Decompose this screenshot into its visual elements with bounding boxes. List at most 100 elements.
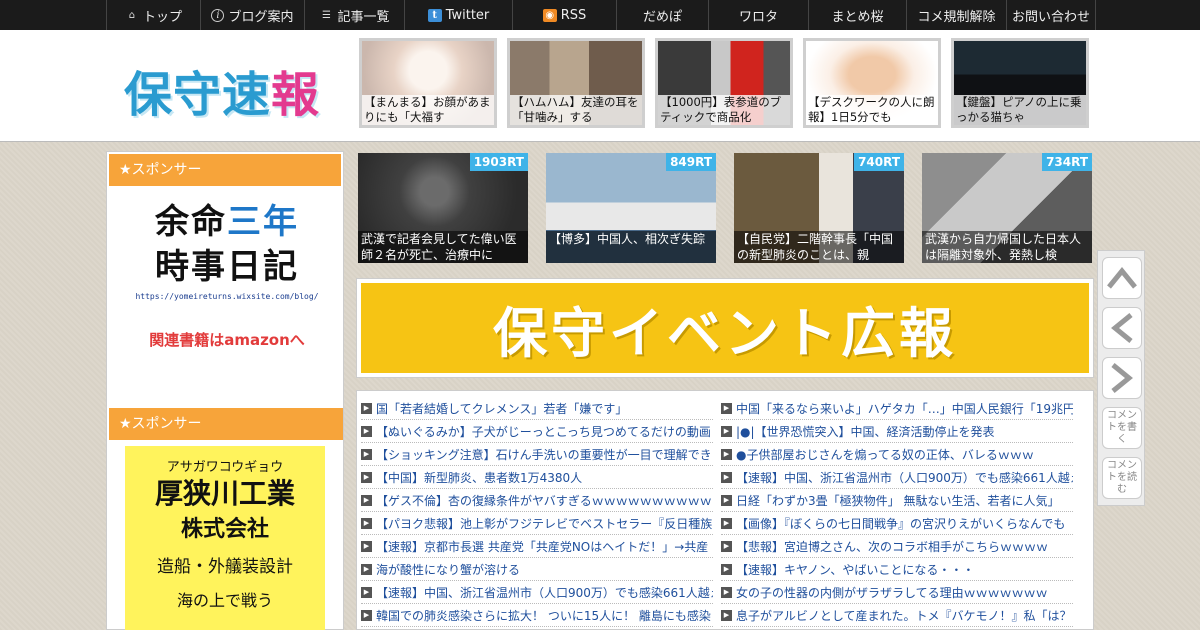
list-item[interactable]: ▶ 【速報】中国、浙江省温州市（人口900万）でも感染661人越え xyxy=(721,466,1073,489)
arrow-right-icon: ▶ xyxy=(361,471,372,483)
banner-title-line1: 余命三年 xyxy=(127,200,327,244)
list-item-title: 【速報】中国、浙江省温州市（人口900万）でも感染661人越え xyxy=(376,585,713,600)
nav-blog-guide[interactable]: i ブログ案内 xyxy=(200,0,304,30)
list-item[interactable]: ▶ 【画像】『ぼくらの七日間戦争』の宮沢りえがいくらなんでも xyxy=(721,512,1073,535)
list-item[interactable]: ▶ 息子がアルビノとして産まれた。トメ『バケモノ！』私「は？ xyxy=(721,604,1073,627)
header-thumbnails: 【まんまる】お顔があまりにも「大福す 【ハムハム】友達の耳を「甘噛み」する 【1… xyxy=(359,38,1089,128)
site-logo[interactable]: 保守速報 xyxy=(124,55,320,125)
nav-comment-unblock[interactable]: コメ規制解除 xyxy=(906,0,1006,30)
list-item-title: 【中国】新型肺炎、患者数1万4380人 xyxy=(376,470,583,485)
header-thumb-5[interactable]: 【鍵盤】ピアノの上に乗っかる猫ちゃ xyxy=(951,38,1089,128)
arrow-right-icon: ▶ xyxy=(361,402,372,414)
previous-button[interactable] xyxy=(1102,307,1142,349)
nav-rss[interactable]: ◉ RSS xyxy=(512,0,616,30)
nav-label: ブログ案内 xyxy=(228,9,294,25)
list-item[interactable]: ▶ 【パヨク悲報】池上彰がフジテレビでベストセラー『反日種族 xyxy=(361,512,713,535)
nav-warota[interactable]: ワロタ xyxy=(708,0,808,30)
rt-item-1[interactable]: 1903RT 武漢で記者会見してた偉い医師２名が死亡、治療中に xyxy=(358,153,528,263)
list-item[interactable]: ▶ 【速報】中国、浙江省温州市（人口900万）でも感染661人越え xyxy=(361,581,713,604)
list-item-title: 息子がアルビノとして産まれた。トメ『バケモノ！』私「は？ xyxy=(736,608,1072,623)
top-navigation: ⌂ トップ i ブログ案内 ☰ 記事一覧 t Twitter ◉ RSS だめぽ ワロタ … xyxy=(0,0,1200,30)
list-item[interactable]: ▶ 日経「わずか3畳「極狭物件」 無駄ない生活、若者に人気」 xyxy=(721,489,1073,512)
list-item-title: 国「若者結婚してクレメンス」若者「嫌です」 xyxy=(376,401,628,416)
side-controls: コメントを書く コメントを読む xyxy=(1097,250,1145,506)
header-thumb-1[interactable]: 【まんまる】お顔があまりにも「大福す xyxy=(359,38,497,128)
list-item[interactable]: ▶ 中国「来るなら来いよ」ハゲタカ「…」中国人民銀行「19兆円 xyxy=(721,397,1073,420)
company-tagline: 海の上で戦う xyxy=(176,591,273,610)
header-thumb-2[interactable]: 【ハムハム】友達の耳を「甘噛み」する xyxy=(507,38,645,128)
list-item[interactable]: ▶ 【ゲス不倫】杏の復縁条件がヤバすぎるｗｗｗｗｗｗｗｗｗｗ xyxy=(361,489,713,512)
thumb-caption: 【デスクワークの人に朗報】1日5分でも xyxy=(806,95,938,125)
list-item[interactable]: ▶ 韓国での肺炎感染さらに拡大！ ついに15人に！ 離島にも感染 xyxy=(361,604,713,627)
amazon-link[interactable]: 関連書籍はamazonへ xyxy=(127,329,327,350)
event-banner[interactable]: 保守イベント広報 xyxy=(356,278,1094,378)
arrow-right-icon: ▶ xyxy=(361,586,372,598)
rt-caption: 【博多】中国人、相次ぎ失踪 xyxy=(546,231,716,263)
nav-matome-sakura[interactable]: まとめ桜 xyxy=(808,0,906,30)
chevron-left-icon xyxy=(1111,313,1133,343)
list-item[interactable]: ▶ 女の子の性器の内側がザラザラしてる理由ｗｗｗｗｗｗｗ xyxy=(721,581,1073,604)
list-item-title: 【悲報】宮迫博之さん、次のコラボ相手がこちらｗｗｗｗ xyxy=(736,539,1049,554)
list-icon: ☰ xyxy=(322,9,331,21)
company-desc: 造船・外艤装設計 xyxy=(157,557,293,577)
site-header: 保守速報 【まんまる】お顔があまりにも「大福す 【ハムハム】友達の耳を「甘噛み」… xyxy=(0,30,1200,142)
list-item[interactable]: ▶ ●子供部屋おじさんを煽ってる奴の正体、バレるｗｗｗ xyxy=(721,443,1073,466)
list-item[interactable]: ▶ 【速報】京都市長選 共産党「共産党NOはヘイトだ！」→共産 xyxy=(361,535,713,558)
sponsor-banner-yomei[interactable]: 余命三年 時事日記 https://yomeireturns.wixsite.c… xyxy=(127,200,327,380)
banner-text: 余命 xyxy=(155,202,227,242)
nav-contact[interactable]: お問い合わせ xyxy=(1006,0,1096,30)
rt-item-4[interactable]: 734RT 武漢から自力帰国した日本人は隔離対象外、発熱し検 xyxy=(922,153,1092,263)
nav-top[interactable]: ⌂ トップ xyxy=(106,0,200,30)
arrow-right-icon: ▶ xyxy=(721,471,732,483)
arrow-right-icon: ▶ xyxy=(361,494,372,506)
nav-label: 記事一覧 xyxy=(337,9,390,25)
thumb-caption: 【ハムハム】友達の耳を「甘噛み」する xyxy=(510,95,642,125)
list-item[interactable]: ▶ |●|【世界恐慌突入】中国、経済活動停止を発表 xyxy=(721,420,1073,443)
list-item-title: 【速報】京都市長選 共産党「共産党NOはヘイトだ！」→共産 xyxy=(376,539,709,554)
nav-article-list[interactable]: ☰ 記事一覧 xyxy=(304,0,404,30)
next-button[interactable] xyxy=(1102,357,1142,399)
rt-caption: 武漢から自力帰国した日本人は隔離対象外、発熱し検 xyxy=(922,231,1092,263)
list-item-title: 【ぬいぐるみか】子犬がじーっとこっち見つめてるだけの動画 xyxy=(376,424,711,439)
list-item[interactable]: ▶ 【ショッキング注意】石けん手洗いの重要性が一目で理解でき xyxy=(361,443,713,466)
arrow-right-icon: ▶ xyxy=(721,494,732,506)
rt-item-2[interactable]: 849RT 【博多】中国人、相次ぎ失踪 xyxy=(546,153,716,263)
rt-count-badge: 849RT xyxy=(666,153,716,171)
rt-caption: 武漢で記者会見してた偉い医師２名が死亡、治療中に xyxy=(358,231,528,263)
sponsor-banner-asagawa[interactable]: アサガワコウギョウ 厚狭川工業 株式会社 造船・外艤装設計 海の上で戦う xyxy=(125,446,325,630)
list-item-title: 海が酸性になり蟹が溶ける xyxy=(376,562,521,577)
nav-label: コメ規制解除 xyxy=(917,9,996,25)
list-item-title: 【パヨク悲報】池上彰がフジテレビでベストセラー『反日種族 xyxy=(376,516,713,531)
list-item-title: 日経「わずか3畳「極狭物件」 無駄ない生活、若者に人気」 xyxy=(736,493,1060,508)
nav-label: RSS xyxy=(560,7,587,23)
nav-label: だめぽ xyxy=(642,9,682,25)
list-item[interactable]: ▶ 【ぬいぐるみか】子犬がじーっとこっち見つめてるだけの動画 xyxy=(361,420,713,443)
list-item[interactable]: ▶ 【悲報】宮迫博之さん、次のコラボ相手がこちらｗｗｗｗ xyxy=(721,535,1073,558)
company-type: 株式会社 xyxy=(180,517,269,542)
list-item-title: |●|【世界恐慌突入】中国、経済活動停止を発表 xyxy=(736,424,995,439)
nav-damepo[interactable]: だめぽ xyxy=(616,0,708,30)
list-item[interactable]: ▶ 【速報】キヤノン、やばいことになる・・・ xyxy=(721,558,1073,581)
arrow-right-icon: ▶ xyxy=(721,425,732,437)
rt-caption: 【自民党】二階幹事長「中国の新型肺炎のことは、親 xyxy=(734,231,904,263)
nav-label: まとめ桜 xyxy=(831,9,884,25)
arrow-right-icon: ▶ xyxy=(361,563,372,575)
read-comment-button[interactable]: コメントを読む xyxy=(1102,457,1142,499)
arrow-right-icon: ▶ xyxy=(361,517,372,529)
write-comment-button[interactable]: コメントを書く xyxy=(1102,407,1142,449)
article-list-right: ▶ 中国「来るなら来いよ」ハゲタカ「…」中国人民銀行「19兆円 ▶ |●|【世界恐慌… xyxy=(721,397,1073,627)
banner-url: https://yomeireturns.wixsite.com/blog/ xyxy=(135,292,319,301)
rt-item-3[interactable]: 740RT 【自民党】二階幹事長「中国の新型肺炎のことは、親 xyxy=(734,153,904,263)
banner-title-line2: 時事日記 xyxy=(155,247,299,287)
button-label: コメントを読む xyxy=(1107,460,1137,495)
list-item-title: 【速報】中国、浙江省温州市（人口900万）でも感染661人越え xyxy=(736,470,1073,485)
list-item[interactable]: ▶ 国「若者結婚してクレメンス」若者「嫌です」 xyxy=(361,397,713,420)
home-icon: ⌂ xyxy=(128,9,136,21)
nav-twitter[interactable]: t Twitter xyxy=(404,0,512,30)
header-thumb-4[interactable]: 【デスクワークの人に朗報】1日5分でも xyxy=(803,38,941,128)
header-thumb-3[interactable]: 【1000円】表参道のブティックで商品化 xyxy=(655,38,793,128)
list-item[interactable]: ▶ 【中国】新型肺炎、患者数1万4380人 xyxy=(361,466,713,489)
article-list: ▶ 国「若者結婚してクレメンス」若者「嫌です」 ▶ 【ぬいぐるみか】子犬がじーっとこ… xyxy=(356,390,1094,630)
scroll-top-button[interactable] xyxy=(1102,257,1142,299)
list-item[interactable]: ▶ 海が酸性になり蟹が溶ける xyxy=(361,558,713,581)
